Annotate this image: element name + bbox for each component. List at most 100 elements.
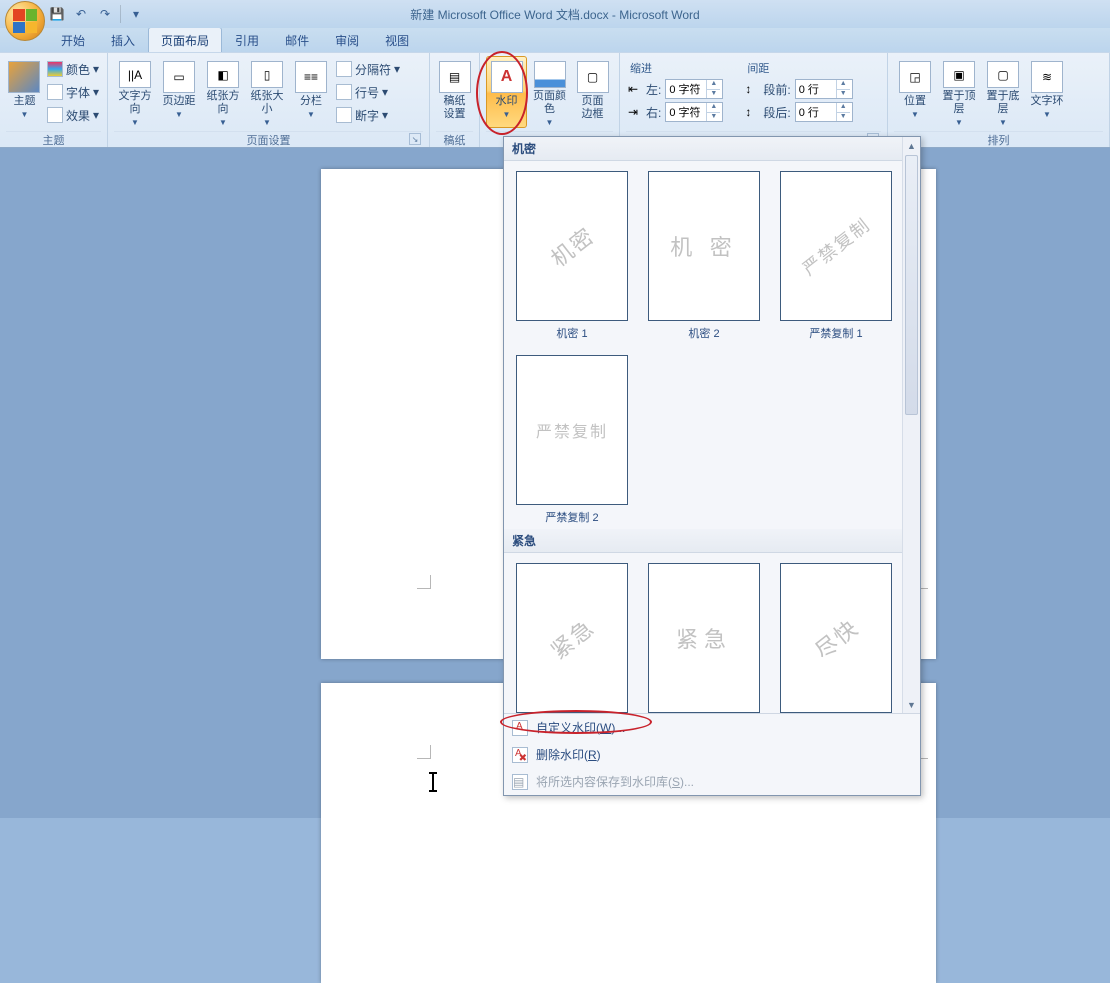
send-back-button[interactable]: ▢置于底层▼: [982, 56, 1024, 128]
qat-customize-icon[interactable]: ▾: [127, 5, 145, 23]
text-direction-button[interactable]: ||A文字方向▼: [114, 56, 156, 128]
window-title: 新建 Microsoft Office Word 文档.docx - Micro…: [0, 6, 1110, 23]
text-wrap-button[interactable]: ≋文字环▼: [1026, 56, 1068, 128]
save-icon[interactable]: 💾: [48, 5, 66, 23]
group-page-setup-label: 页面设置: [247, 132, 291, 148]
indent-right-icon: ⇥: [628, 105, 642, 119]
position-button[interactable]: ◲位置▼: [894, 56, 936, 128]
custom-watermark-icon: A: [512, 720, 528, 736]
themes-icon: [8, 61, 40, 93]
linenumbers-icon: [336, 84, 352, 100]
theme-effects[interactable]: 效果 ▾: [47, 104, 99, 126]
indent-right-field[interactable]: ⇥右:▲▼: [628, 101, 723, 123]
page-setup-launcher[interactable]: ↘: [409, 133, 421, 145]
bring-front-button[interactable]: ▣置于顶层▼: [938, 56, 980, 128]
spacing-before-field[interactable]: ↕段前:▲▼: [745, 78, 852, 100]
send-back-icon: ▢: [987, 61, 1019, 88]
watermark-item-asap-1[interactable]: 尽快尽快 1: [780, 563, 892, 713]
office-button[interactable]: [5, 1, 45, 41]
bring-front-icon: ▣: [943, 61, 975, 88]
orientation-icon: ◧: [207, 61, 239, 88]
gallery-section-urgent: 紧急: [504, 529, 920, 553]
indent-heading: 缩进: [628, 60, 723, 77]
watermark-item-confidential-1[interactable]: 机密机密 1: [516, 171, 628, 341]
indent-left-input[interactable]: [666, 83, 706, 95]
theme-colors[interactable]: 颜色 ▾: [47, 58, 99, 80]
theme-fonts[interactable]: 字体 ▾: [47, 81, 99, 103]
margins-icon: ▭: [163, 61, 195, 93]
scroll-down-icon[interactable]: ▼: [903, 696, 920, 713]
group-manuscript: ▤稿纸 设置 稿纸: [430, 53, 480, 147]
scrollbar-thumb[interactable]: [905, 155, 918, 415]
hyphenation-icon: [336, 107, 352, 123]
themes-button[interactable]: 主题▼: [6, 56, 43, 128]
tab-mailings[interactable]: 邮件: [272, 27, 322, 52]
spacing-after-input[interactable]: [796, 106, 836, 118]
page-color-icon: [534, 61, 566, 88]
columns-icon: ≡≡: [295, 61, 327, 93]
manuscript-icon: ▤: [439, 61, 471, 93]
indent-right-input[interactable]: [666, 106, 706, 118]
manuscript-button[interactable]: ▤稿纸 设置: [436, 56, 473, 128]
watermark-button[interactable]: A 水印▼: [486, 56, 527, 128]
tab-insert[interactable]: 插入: [98, 27, 148, 52]
breaks-button[interactable]: 分隔符 ▾: [336, 58, 400, 80]
tab-home[interactable]: 开始: [48, 27, 98, 52]
tab-page-layout[interactable]: 页面布局: [148, 27, 222, 52]
watermark-gallery: 机密 机密机密 1 机 密机密 2 严禁复制严禁复制 1 严禁复制严禁复制 2 …: [503, 136, 921, 796]
title-bar: 💾 ↶ ↷ ▾ 新建 Microsoft Office Word 文档.docx…: [0, 0, 1110, 28]
position-icon: ◲: [899, 61, 931, 93]
columns-button[interactable]: ≡≡分栏▼: [290, 56, 332, 128]
undo-icon[interactable]: ↶: [72, 5, 90, 23]
spacing-heading: 间距: [745, 60, 852, 77]
indent-left-field[interactable]: ⇤左:▲▼: [628, 78, 723, 100]
effects-icon: [47, 107, 63, 123]
margins-button[interactable]: ▭页边距▼: [158, 56, 200, 128]
watermark-item-nocopy-1[interactable]: 严禁复制严禁复制 1: [780, 171, 892, 341]
gallery-footer: A 自定义水印(W)... A✖ 删除水印(R) ▤ 将所选内容保存到水印库(S…: [504, 713, 920, 795]
watermark-item-urgent-2[interactable]: 紧急紧急 2: [648, 563, 760, 713]
size-button[interactable]: ▯纸张大小▼: [246, 56, 288, 128]
page-borders-icon: ▢: [577, 61, 609, 93]
text-wrap-icon: ≋: [1031, 61, 1063, 93]
watermark-item-confidential-2[interactable]: 机 密机密 2: [648, 171, 760, 341]
group-page-setup: ||A文字方向▼ ▭页边距▼ ◧纸张方向▼ ▯纸张大小▼ ≡≡分栏▼ 分隔符 ▾…: [108, 53, 430, 147]
remove-watermark-cmd[interactable]: A✖ 删除水印(R): [504, 741, 920, 768]
watermark-item-urgent-1[interactable]: 紧急紧急 1: [516, 563, 628, 713]
spacing-after-field[interactable]: ↕段后:▲▼: [745, 101, 852, 123]
spacing-before-input[interactable]: [796, 83, 836, 95]
watermark-icon: A: [491, 61, 523, 93]
text-direction-icon: ||A: [119, 61, 151, 88]
remove-watermark-icon: A✖: [512, 747, 528, 763]
custom-watermark-cmd[interactable]: A 自定义水印(W)...: [504, 714, 920, 741]
page-borders-button[interactable]: ▢页面 边框: [572, 56, 613, 128]
tab-review[interactable]: 审阅: [322, 27, 372, 52]
colors-icon: [47, 61, 63, 77]
tab-references[interactable]: 引用: [222, 27, 272, 52]
group-arrange-label: 排列: [988, 132, 1010, 148]
fonts-icon: [47, 84, 63, 100]
size-icon: ▯: [251, 61, 283, 88]
indent-left-icon: ⇤: [628, 82, 642, 96]
gallery-scrollbar[interactable]: ▲ ▼: [902, 137, 920, 713]
orientation-button[interactable]: ◧纸张方向▼: [202, 56, 244, 128]
quick-access-toolbar: 💾 ↶ ↷ ▾: [48, 5, 145, 23]
group-manuscript-label: 稿纸: [444, 132, 466, 148]
ribbon-tabs: 开始 插入 页面布局 引用 邮件 审阅 视图: [0, 28, 1110, 52]
watermark-item-nocopy-2[interactable]: 严禁复制严禁复制 2: [516, 355, 628, 525]
ribbon: 主题▼ 颜色 ▾ 字体 ▾ 效果 ▾ 主题 ||A文字方向▼ ▭页边距▼ ◧纸张…: [0, 52, 1110, 148]
tab-view[interactable]: 视图: [372, 27, 422, 52]
scroll-up-icon[interactable]: ▲: [903, 137, 920, 154]
group-arrange: ◲位置▼ ▣置于顶层▼ ▢置于底层▼ ≋文字环▼ 排列: [888, 53, 1110, 147]
save-to-gallery-cmd: ▤ 将所选内容保存到水印库(S)...: [504, 768, 920, 795]
breaks-icon: [336, 61, 352, 77]
group-page-background: A 水印▼ 页面颜色▼ ▢页面 边框: [480, 53, 620, 147]
page-color-button[interactable]: 页面颜色▼: [529, 56, 570, 128]
hyphenation-button[interactable]: 断字 ▾: [336, 104, 400, 126]
gallery-section-confidential: 机密: [504, 137, 920, 161]
redo-icon[interactable]: ↷: [96, 5, 114, 23]
save-gallery-icon: ▤: [512, 774, 528, 790]
line-numbers-button[interactable]: 行号 ▾: [336, 81, 400, 103]
group-themes: 主题▼ 颜色 ▾ 字体 ▾ 效果 ▾ 主题: [0, 53, 108, 147]
spacing-before-icon: ↕: [745, 82, 759, 96]
